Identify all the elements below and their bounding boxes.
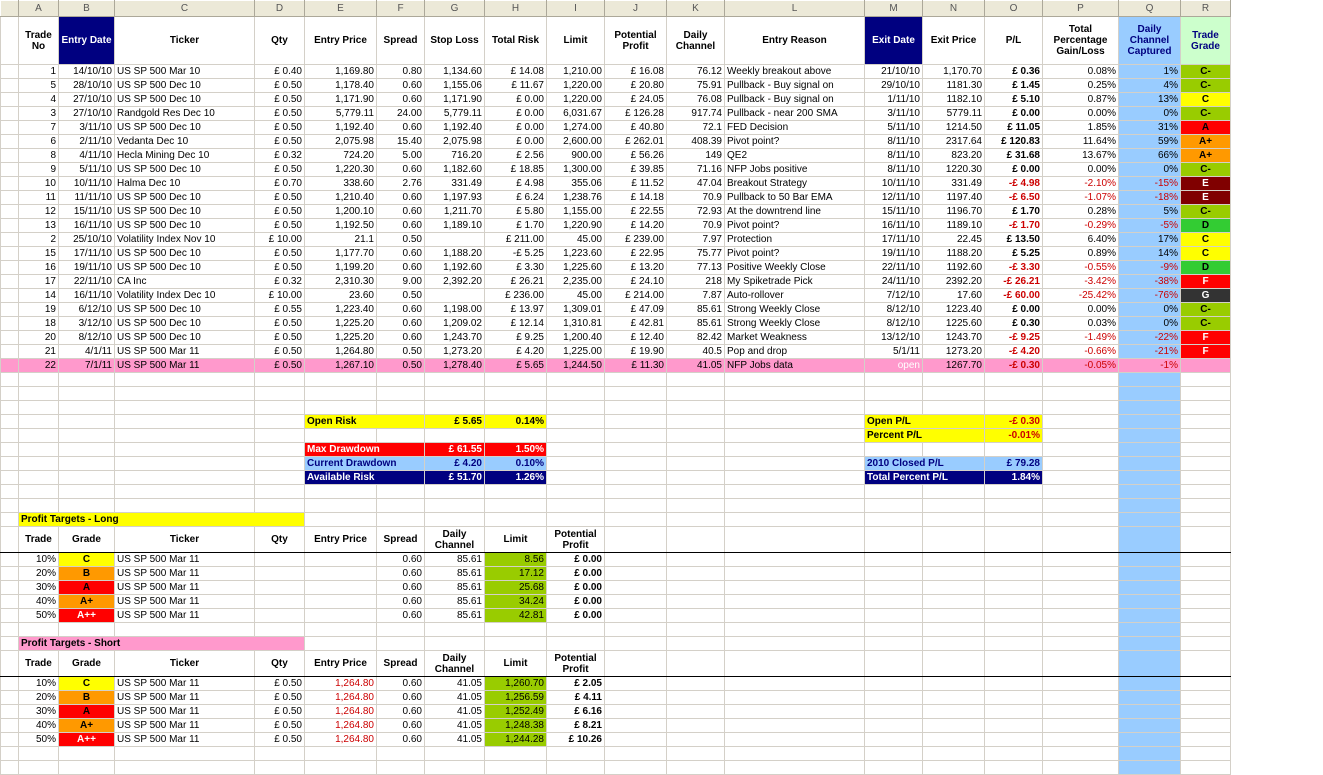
header-trade-no[interactable]: Trade No bbox=[19, 17, 59, 65]
header-p-l[interactable]: P/L bbox=[985, 17, 1043, 65]
spreadsheet[interactable]: ABCDEFGHIJKLMNOPQRTrade NoEntry DateTick… bbox=[0, 0, 1231, 775]
grade-cell[interactable]: A bbox=[1181, 121, 1231, 135]
grade-cell[interactable]: C- bbox=[1181, 65, 1231, 79]
grade-cell[interactable]: C bbox=[1181, 93, 1231, 107]
grade-cell[interactable]: F bbox=[1181, 345, 1231, 359]
header-potential-profit[interactable]: Potential Profit bbox=[605, 17, 667, 65]
grade-cell[interactable]: G bbox=[1181, 289, 1231, 303]
grade-cell[interactable]: F bbox=[1181, 275, 1231, 289]
header-spread[interactable]: Spread bbox=[377, 17, 425, 65]
grade-cell[interactable]: C bbox=[1181, 247, 1231, 261]
header-exit-price[interactable]: Exit Price bbox=[923, 17, 985, 65]
grade-cell[interactable]: C- bbox=[1181, 163, 1231, 177]
header-total-risk[interactable]: Total Risk bbox=[485, 17, 547, 65]
header-trade-grade[interactable]: Trade Grade bbox=[1181, 17, 1231, 65]
grade-cell[interactable]: E bbox=[1181, 177, 1231, 191]
grade-cell[interactable]: D bbox=[1181, 261, 1231, 275]
grade-cell[interactable]: A+ bbox=[1181, 149, 1231, 163]
grade-cell[interactable]: F bbox=[1181, 331, 1231, 345]
header-daily-channel-captured[interactable]: Daily Channel Captured bbox=[1119, 17, 1181, 65]
header-entry-reason[interactable]: Entry Reason bbox=[725, 17, 865, 65]
header-limit[interactable]: Limit bbox=[547, 17, 605, 65]
header-daily-channel[interactable]: Daily Channel bbox=[667, 17, 725, 65]
grade-cell[interactable]: C- bbox=[1181, 79, 1231, 93]
header-entry-price[interactable]: Entry Price bbox=[305, 17, 377, 65]
header-ticker[interactable]: Ticker bbox=[115, 17, 255, 65]
header-exit-date[interactable]: Exit Date bbox=[865, 17, 923, 65]
grade-cell[interactable]: C- bbox=[1181, 317, 1231, 331]
header-entry-date[interactable]: Entry Date bbox=[59, 17, 115, 65]
grade-cell[interactable]: A+ bbox=[1181, 135, 1231, 149]
grade-cell[interactable]: C- bbox=[1181, 107, 1231, 121]
grade-cell[interactable]: C- bbox=[1181, 205, 1231, 219]
header-total-percentage-gain-loss[interactable]: Total Percentage Gain/Loss bbox=[1043, 17, 1119, 65]
grade-cell[interactable]: E bbox=[1181, 191, 1231, 205]
header-qty[interactable]: Qty bbox=[255, 17, 305, 65]
header-stop-loss[interactable]: Stop Loss bbox=[425, 17, 485, 65]
grade-cell[interactable]: D bbox=[1181, 219, 1231, 233]
grade-cell[interactable]: C- bbox=[1181, 303, 1231, 317]
grade-cell[interactable]: C bbox=[1181, 233, 1231, 247]
